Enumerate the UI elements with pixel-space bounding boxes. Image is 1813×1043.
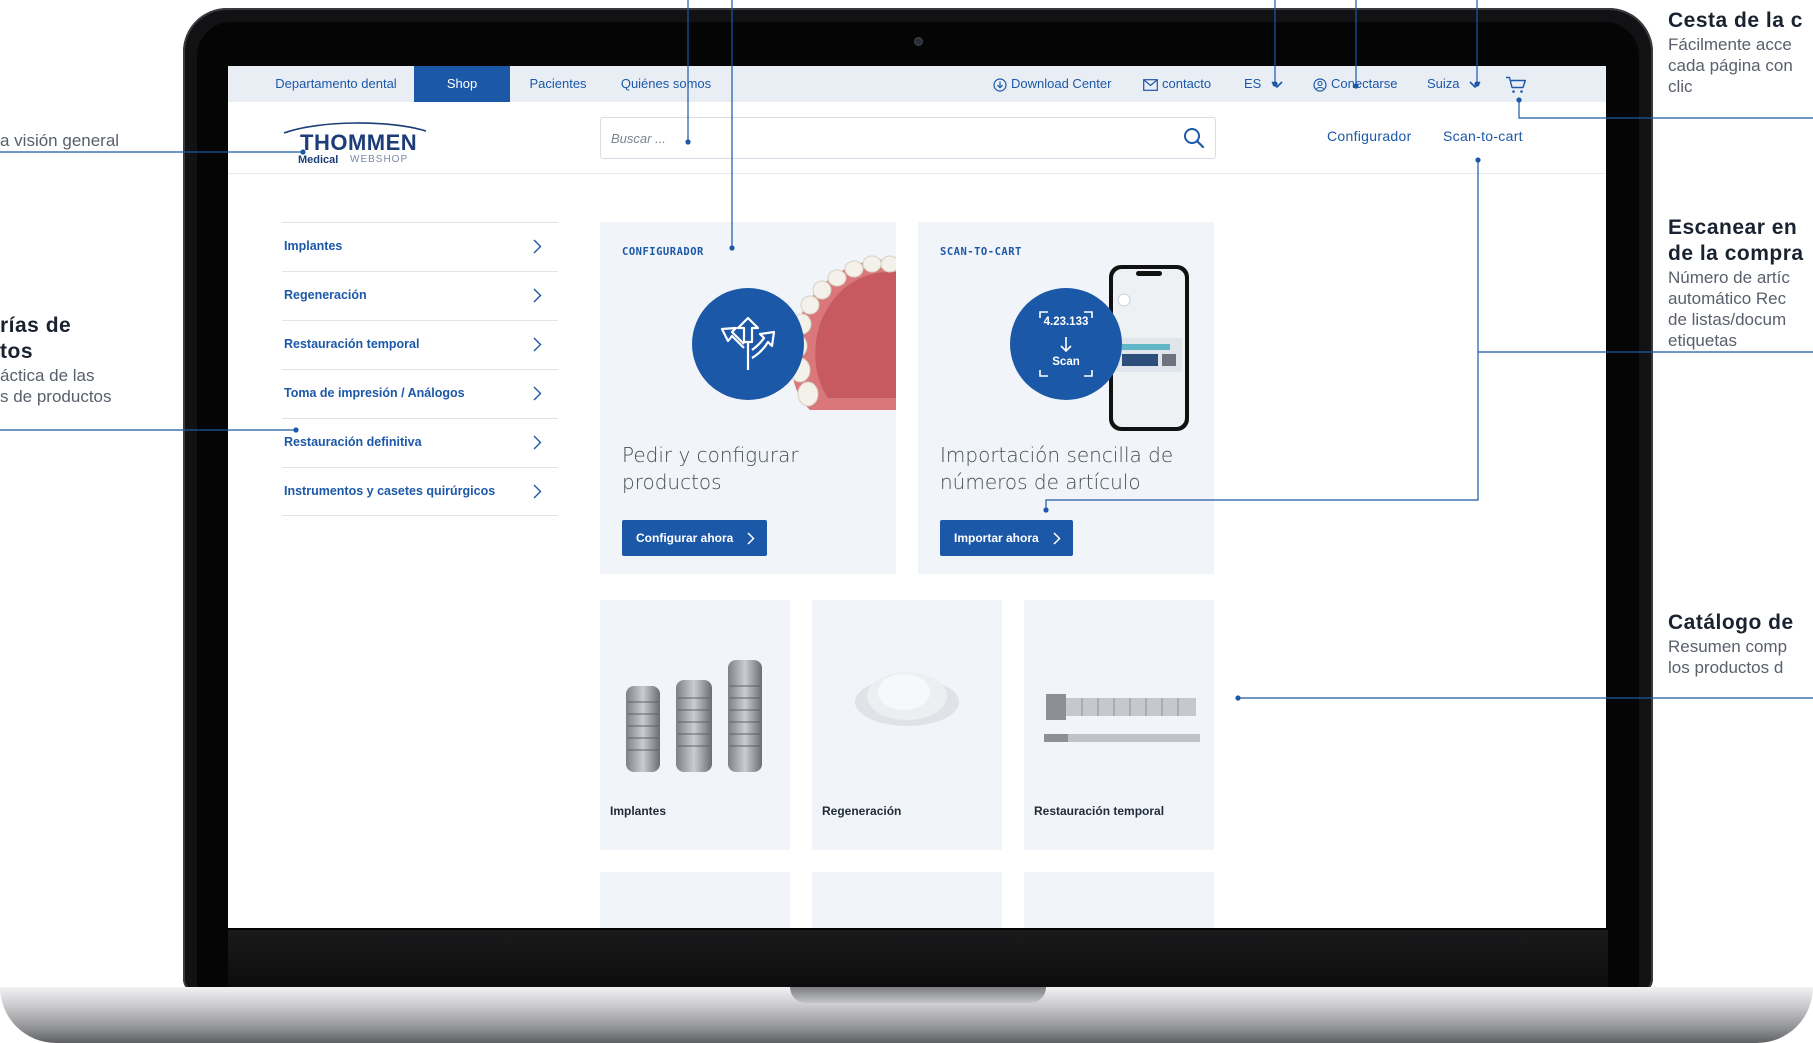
annotation-categories-title-2: tos [0, 340, 33, 363]
annotation-scan: Escanear en de la compra Número de artíc… [1668, 215, 1804, 351]
annotation-scan-title-1: Escanear en [1668, 216, 1798, 239]
annotation-scan-desc-2: automático Rec [1668, 289, 1787, 308]
annotation-catalog-desc-2: los productos d [1668, 658, 1784, 677]
annotation-scan-title-2: de la compra [1668, 242, 1804, 265]
annotation-cart-desc-3: clic [1668, 77, 1693, 96]
annotation-catalog-title: Catálogo de [1668, 611, 1794, 634]
annotation-categories-desc-2: s de productos [0, 387, 112, 406]
annotation-cart-desc-1: Fácilmente acce [1668, 35, 1792, 54]
annotation-categories-desc-1: áctica de las [0, 366, 95, 385]
annotation-scan-desc-4: etiquetas [1668, 331, 1737, 350]
laptop-mockup: Departamento dental Shop Pacientes Quién… [0, 0, 1813, 1043]
annotation-overview: a visión general [0, 130, 119, 151]
annotation-scan-desc-1: Número de artíc [1668, 268, 1790, 287]
annotation-overview-text: a visión general [0, 131, 120, 150]
annotation-cart: Cesta de la c Fácilmente acce cada págin… [1668, 8, 1803, 97]
annotation-catalog-desc-1: Resumen comp [1668, 637, 1788, 656]
annotation-cart-desc-2: cada página con [1668, 56, 1793, 75]
annotation-categories-title-1: rías de [0, 314, 72, 337]
annotation-lines [0, 0, 1813, 701]
annotation-cart-title: Cesta de la c [1668, 9, 1803, 32]
annotation-catalog: Catálogo de Resumen comp los productos d [1668, 610, 1794, 678]
annotation-categories: rías de tos áctica de las s de productos [0, 313, 112, 407]
annotation-scan-desc-3: de listas/docum [1668, 310, 1787, 329]
